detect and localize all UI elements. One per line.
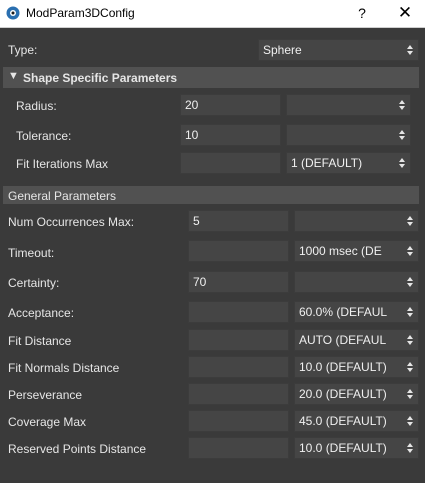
spin-arrows-icon bbox=[407, 277, 413, 287]
num-occurrences-max-label: Num Occurrences Max: bbox=[8, 215, 135, 229]
app-eye-icon bbox=[6, 6, 20, 20]
spin-arrows-icon bbox=[407, 443, 413, 453]
type-select[interactable]: Sphere bbox=[258, 39, 419, 61]
tolerance-input[interactable]: 10 bbox=[180, 124, 281, 146]
fit-distance-select[interactable]: AUTO (DEFAUL bbox=[294, 329, 419, 351]
tolerance-label: Tolerance: bbox=[16, 129, 72, 143]
spin-arrows-icon bbox=[407, 335, 413, 345]
spin-arrows-icon bbox=[399, 100, 405, 110]
fit-normals-distance-label: Fit Normals Distance bbox=[8, 361, 120, 375]
spin-arrows-icon bbox=[407, 307, 413, 317]
reserved-points-distance-label: Reserved Points Distance bbox=[8, 442, 147, 456]
num-occurrences-max-select[interactable] bbox=[294, 210, 419, 232]
spin-arrows-icon bbox=[399, 158, 405, 168]
fit-iterations-max-select[interactable]: 1 (DEFAULT) bbox=[286, 152, 411, 174]
fit-normals-distance-option: 10.0 (DEFAULT) bbox=[299, 360, 387, 374]
acceptance-input[interactable] bbox=[188, 301, 289, 323]
spin-arrows-icon bbox=[407, 45, 413, 55]
coverage-max-input[interactable] bbox=[188, 410, 289, 432]
radius-option-select[interactable] bbox=[286, 94, 411, 116]
perseverance-select[interactable]: 20.0 (DEFAULT) bbox=[294, 383, 419, 405]
close-button[interactable]: ✕ bbox=[388, 1, 422, 25]
timeout-select[interactable]: 1000 msec (DE bbox=[294, 240, 419, 262]
spin-arrows-icon bbox=[407, 216, 413, 226]
title-bar: ModParam3DConfig ? ✕ bbox=[0, 0, 425, 28]
fit-iterations-max-value: 1 (DEFAULT) bbox=[291, 156, 363, 170]
spin-arrows-icon bbox=[407, 246, 413, 256]
fit-normals-distance-input[interactable] bbox=[188, 356, 289, 378]
reserved-points-distance-input[interactable] bbox=[188, 437, 289, 459]
acceptance-select[interactable]: 60.0% (DEFAUL bbox=[294, 301, 419, 323]
fit-distance-input[interactable] bbox=[188, 329, 289, 351]
certainty-label: Certainty: bbox=[8, 276, 60, 290]
collapse-arrow-icon[interactable]: ▼ bbox=[8, 70, 19, 82]
radius-label: Radius: bbox=[16, 99, 57, 113]
type-select-value: Sphere bbox=[263, 43, 302, 57]
num-occurrences-max-input[interactable]: 5 bbox=[188, 210, 289, 232]
timeout-label: Timeout: bbox=[8, 246, 55, 260]
acceptance-label: Acceptance: bbox=[8, 306, 75, 320]
general-section-title: General Parameters bbox=[8, 189, 117, 203]
coverage-max-select[interactable]: 45.0 (DEFAULT) bbox=[294, 410, 419, 432]
acceptance-option: 60.0% (DEFAUL bbox=[299, 305, 388, 319]
timeout-option: 1000 msec (DE bbox=[299, 244, 382, 258]
reserved-points-distance-option: 10.0 (DEFAULT) bbox=[299, 441, 387, 455]
coverage-max-option: 45.0 (DEFAULT) bbox=[299, 414, 387, 428]
fit-iterations-max-input[interactable] bbox=[180, 152, 281, 174]
spin-arrows-icon bbox=[407, 389, 413, 399]
spin-arrows-icon bbox=[407, 416, 413, 426]
window-title: ModParam3DConfig bbox=[26, 6, 135, 20]
perseverance-option: 20.0 (DEFAULT) bbox=[299, 387, 387, 401]
certainty-select[interactable] bbox=[294, 271, 419, 293]
reserved-points-distance-select[interactable]: 10.0 (DEFAULT) bbox=[294, 437, 419, 459]
fit-distance-label: Fit Distance bbox=[8, 334, 72, 348]
coverage-max-label: Coverage Max bbox=[8, 415, 87, 429]
spin-arrows-icon bbox=[407, 362, 413, 372]
certainty-input[interactable]: 70 bbox=[188, 271, 289, 293]
perseverance-label: Perseverance bbox=[8, 388, 83, 402]
timeout-input[interactable] bbox=[188, 240, 289, 262]
tolerance-option-select[interactable] bbox=[286, 124, 411, 146]
shape-section-title: Shape Specific Parameters bbox=[23, 71, 178, 85]
fit-iterations-max-label: Fit Iterations Max bbox=[16, 157, 109, 171]
type-label: Type: bbox=[8, 43, 38, 57]
perseverance-input[interactable] bbox=[188, 383, 289, 405]
fit-distance-option: AUTO (DEFAUL bbox=[299, 333, 387, 347]
fit-normals-distance-select[interactable]: 10.0 (DEFAULT) bbox=[294, 356, 419, 378]
spin-arrows-icon bbox=[399, 130, 405, 140]
radius-input[interactable]: 20 bbox=[180, 94, 281, 116]
help-button[interactable]: ? bbox=[345, 1, 379, 25]
